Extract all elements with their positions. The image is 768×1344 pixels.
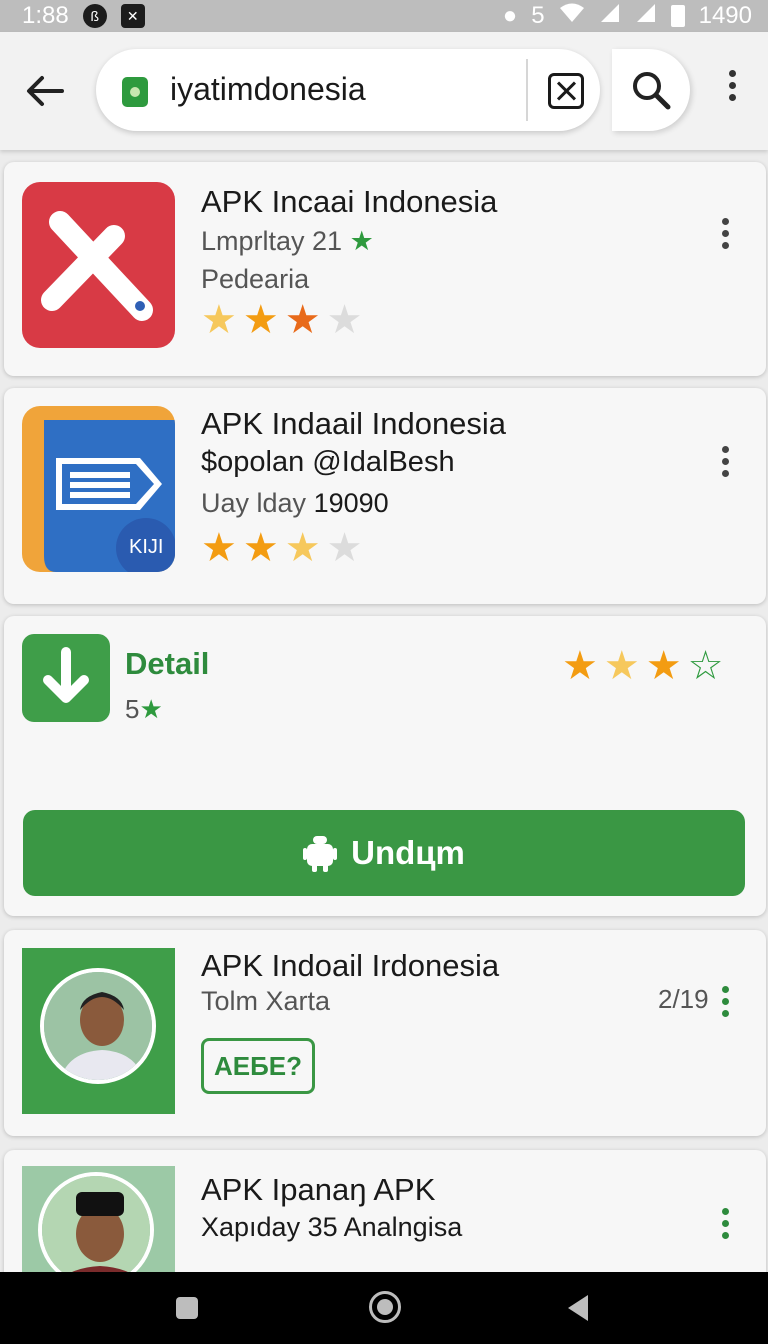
- person-avatar-icon: [44, 972, 152, 1080]
- signal-dot-icon: ●: [502, 2, 518, 29]
- search-input[interactable]: iyatimdonesia: [170, 71, 366, 108]
- notification-icon: ß: [82, 4, 107, 28]
- download-button[interactable]: Undцm: [23, 810, 745, 896]
- app-bar: iyatimdonesia: [0, 32, 768, 150]
- detail-rating-stars: ★ ★ ★ ☆: [562, 646, 723, 686]
- back-button[interactable]: [22, 68, 68, 114]
- recents-icon[interactable]: [176, 1297, 198, 1319]
- app-meta-row: Uay lday 19090: [201, 488, 389, 519]
- star-icon: ★: [645, 644, 682, 688]
- detail-title: Detail: [125, 646, 210, 681]
- rating-stars: ★ ★ ★ ★: [201, 528, 362, 568]
- star-half-icon: ★: [284, 526, 321, 570]
- status-right: ● 5 1490: [503, 2, 752, 31]
- star-outline-icon: ☆: [687, 644, 724, 688]
- kebab-menu-icon[interactable]: [722, 986, 729, 1017]
- star-icon: ★: [242, 298, 279, 342]
- search-icon: [633, 72, 671, 110]
- app-title[interactable]: APK Incaai Indonesia: [201, 184, 497, 220]
- status-time: 1:88: [22, 2, 69, 29]
- app-subtitle-row: Lmprltay 21 ★: [201, 226, 374, 257]
- app-meta-number: 19090: [313, 488, 389, 518]
- cell-signal-icon: [599, 2, 621, 31]
- app-tag-button[interactable]: AEБE?: [201, 1038, 316, 1094]
- kebab-menu-icon[interactable]: [722, 446, 729, 477]
- app-icon-blue: KIJI: [22, 406, 175, 572]
- app-icon-photo: [22, 1166, 175, 1276]
- app-meta-prefix: Uay lday: [201, 488, 307, 518]
- wifi-icon: [559, 2, 585, 31]
- arrow-left-icon: [27, 76, 64, 106]
- star-icon: ★: [201, 526, 237, 570]
- download-arrow-icon: [22, 634, 110, 722]
- green-star-icon: ★: [349, 226, 374, 256]
- detail-rating-label: 5: [125, 694, 140, 724]
- nav-back-icon[interactable]: [568, 1295, 588, 1321]
- app-subtitle: Xapıday 35 Analngisa: [201, 1212, 463, 1242]
- app-subtitle: Tolm Xarta: [201, 986, 331, 1016]
- app-category: Pedearia: [201, 264, 310, 294]
- avatar: [40, 968, 156, 1084]
- battery-icon: [670, 5, 685, 27]
- cell-signal-icon-2: [635, 2, 657, 31]
- star-icon: ★: [242, 526, 279, 570]
- result-card[interactable]: APK Incaai Indonesia Lmprltay 21 ★ Pedea…: [4, 162, 766, 376]
- system-nav-bar: [0, 1272, 768, 1344]
- detail-card: Detail 5★ ★ ★ ★ ☆ Undцm: [4, 616, 766, 916]
- app-subtitle: $opolan @IdalBesh: [201, 446, 455, 478]
- search-divider: [526, 59, 528, 121]
- result-card[interactable]: APK Indoail Irdonesia Tolm Xarta 2/19 AE…: [4, 930, 766, 1136]
- star-icon: ★: [603, 644, 640, 688]
- star-icon: ★: [201, 298, 237, 342]
- app-icon-green: [22, 948, 175, 1114]
- icon-badge-text: KIJI: [129, 536, 164, 558]
- result-card[interactable]: KIJI APK Indaail Indonesia $opolan @Idal…: [4, 388, 766, 604]
- status-bar: 1:88 ß ✕ ● 5 1490: [0, 0, 768, 32]
- app-title[interactable]: APK Indoail Irdonesia: [201, 948, 499, 984]
- star-empty-icon: ★: [326, 298, 363, 342]
- kebab-menu-icon[interactable]: [722, 218, 729, 249]
- kebab-menu-icon[interactable]: [714, 70, 750, 112]
- search-bar[interactable]: iyatimdonesia: [96, 49, 600, 131]
- green-star-icon: ★: [139, 694, 163, 724]
- site-favicon-icon: [122, 77, 148, 107]
- status-right-value: 1490: [698, 2, 752, 29]
- status-left: 1:88 ß ✕: [22, 2, 145, 30]
- tool-icon: [41, 211, 153, 321]
- detail-rating-row: 5★: [125, 694, 163, 725]
- android-icon: [303, 836, 338, 872]
- app-subtitle: Lmprltay 21: [201, 226, 343, 256]
- home-icon[interactable]: [369, 1291, 401, 1323]
- app-icon-red: [22, 182, 175, 348]
- close-box-icon[interactable]: [548, 73, 584, 109]
- signal-count: 5: [531, 2, 545, 29]
- avatar: [38, 1172, 154, 1276]
- person-avatar-icon: [42, 1176, 150, 1276]
- shuffle-icon: ✕: [120, 4, 145, 28]
- rating-stars: ★ ★ ★ ★: [201, 300, 362, 340]
- star-empty-icon: ★: [326, 526, 363, 570]
- star-icon: ★: [562, 644, 598, 688]
- app-title[interactable]: APK Indaail Indonesia: [201, 406, 506, 442]
- kebab-menu-icon[interactable]: [722, 1208, 729, 1239]
- search-button[interactable]: [612, 49, 690, 131]
- app-date: 2/19: [658, 984, 709, 1014]
- star-icon: ★: [284, 298, 321, 342]
- app-title[interactable]: APK Ipanaŋ APK: [201, 1172, 435, 1208]
- download-button-label: Undцm: [351, 834, 465, 871]
